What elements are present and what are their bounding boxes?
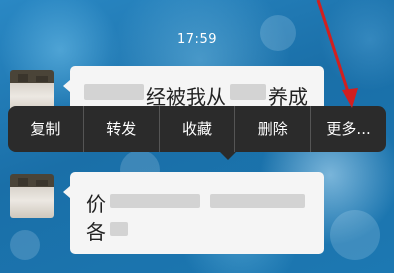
annotation-arrow-icon: [316, 0, 358, 108]
